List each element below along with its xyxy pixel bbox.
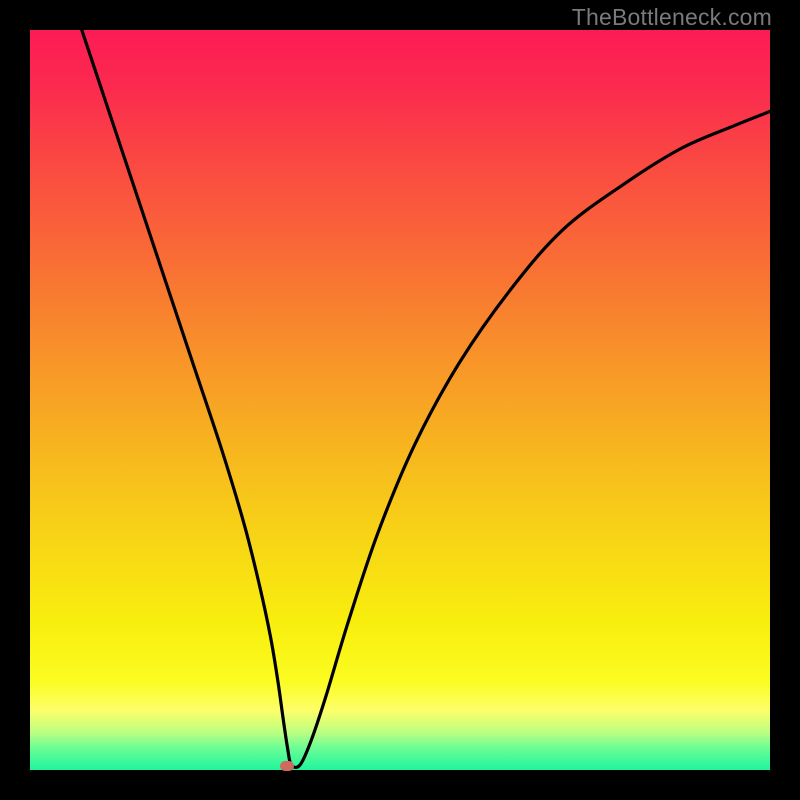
chart-frame: TheBottleneck.com <box>0 0 800 800</box>
plot-area <box>30 30 770 770</box>
curve-path <box>82 30 770 767</box>
optimum-marker <box>280 761 294 771</box>
watermark-text: TheBottleneck.com <box>572 4 772 31</box>
bottleneck-curve <box>30 30 770 770</box>
